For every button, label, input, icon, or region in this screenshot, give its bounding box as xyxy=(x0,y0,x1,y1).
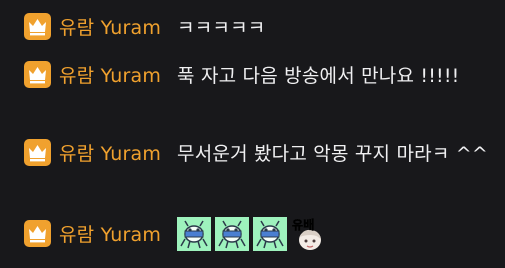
crown-icon[interactable] xyxy=(24,61,51,88)
chat-message: 유람 Yuram 무서운거 봤다고 악몽 꾸지 마라ㅋ ^^ xyxy=(20,139,490,170)
yubae-emote[interactable]: 유배 xyxy=(291,217,326,251)
chat-message-text: ㅋㅋㅋㅋㅋ xyxy=(177,17,266,39)
crown-icon[interactable] xyxy=(24,13,51,40)
chat-message: 유람 Yuram 푹 자고 다음 방송에서 만나요 !!!!! xyxy=(20,61,490,92)
emote-caption: 유배 xyxy=(292,217,314,232)
chat-username[interactable]: 유람 Yuram xyxy=(59,224,161,246)
chat-message-text: 무서운거 봤다고 악몽 꾸지 마라ㅋ ^^ xyxy=(177,143,488,165)
chat-log: 유람 Yuram ㅋㅋㅋㅋㅋ 유람 Yuram 푹 자고 다음 방송에서 만나요 !… xyxy=(0,0,505,268)
bug-emote[interactable] xyxy=(215,217,250,251)
bug-emote[interactable] xyxy=(253,217,288,251)
chat-username[interactable]: 유람 Yuram xyxy=(59,143,161,165)
crown-icon[interactable] xyxy=(24,220,51,247)
chat-username[interactable]: 유람 Yuram xyxy=(59,65,161,87)
chat-message: 유람 Yuram ㅋㅋㅋㅋㅋ xyxy=(20,13,490,44)
chat-username[interactable]: 유람 Yuram xyxy=(59,17,161,39)
chat-message: 유람 Yuram 유배 xyxy=(20,217,490,251)
chat-message-text: 푹 자고 다음 방송에서 만나요 !!!!! xyxy=(177,65,460,87)
crown-icon[interactable] xyxy=(24,139,51,166)
bug-emote[interactable] xyxy=(177,217,212,251)
